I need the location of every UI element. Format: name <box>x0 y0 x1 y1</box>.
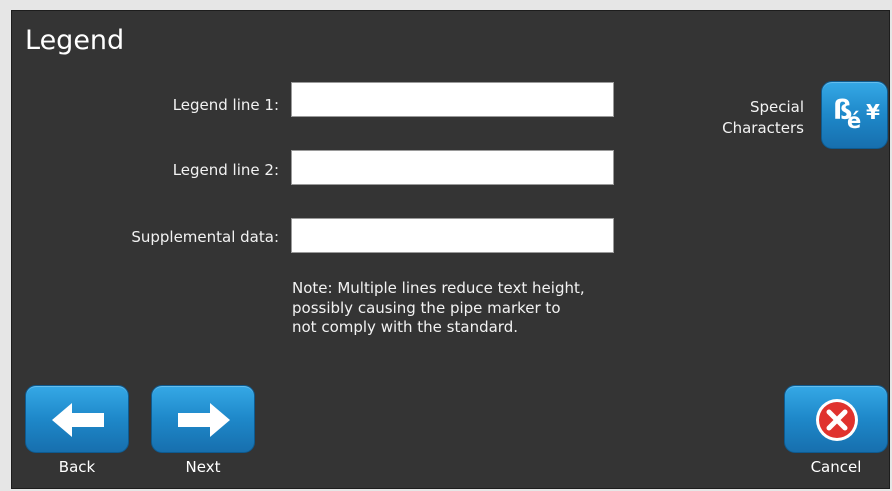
note-line-1: Note: Multiple lines reduce text height, <box>292 279 585 297</box>
arrow-left-icon <box>52 403 104 437</box>
cancel-button[interactable] <box>784 385 888 453</box>
legend-line-1-label: Legend line 1: <box>172 96 279 114</box>
special-characters-button[interactable]: ß é ¥ <box>821 81 888 149</box>
legend-screen: Legend Legend line 1: Legend line 2: Sup… <box>11 10 890 489</box>
multiline-note: Note: Multiple lines reduce text height,… <box>292 279 682 338</box>
special-characters-label: Special Characters <box>672 97 804 139</box>
back-button[interactable] <box>25 385 129 453</box>
special-characters-label-line-1: Special <box>749 98 804 116</box>
legend-line-1-input[interactable] <box>291 82 614 117</box>
page-title: Legend <box>25 25 125 56</box>
supplemental-data-label: Supplemental data: <box>131 228 279 246</box>
legend-line-2-label: Legend line 2: <box>172 161 279 179</box>
back-button-label: Back <box>58 458 96 476</box>
special-characters-label-line-2: Characters <box>722 119 804 137</box>
next-button-label: Next <box>185 458 221 476</box>
supplemental-data-input[interactable] <box>291 218 614 253</box>
note-line-3: not comply with the standard. <box>292 318 518 336</box>
note-line-2: possibly causing the pipe marker to <box>292 298 561 317</box>
special-glyph-e-acute: é <box>847 109 862 133</box>
special-glyph-yen: ¥ <box>866 100 880 124</box>
legend-line-2-input[interactable] <box>291 150 614 185</box>
special-characters-icon: ß é ¥ <box>822 82 889 150</box>
arrow-right-icon <box>178 403 230 437</box>
next-button[interactable] <box>151 385 255 453</box>
close-circle-icon <box>816 399 858 441</box>
cancel-button-label: Cancel <box>810 458 862 476</box>
